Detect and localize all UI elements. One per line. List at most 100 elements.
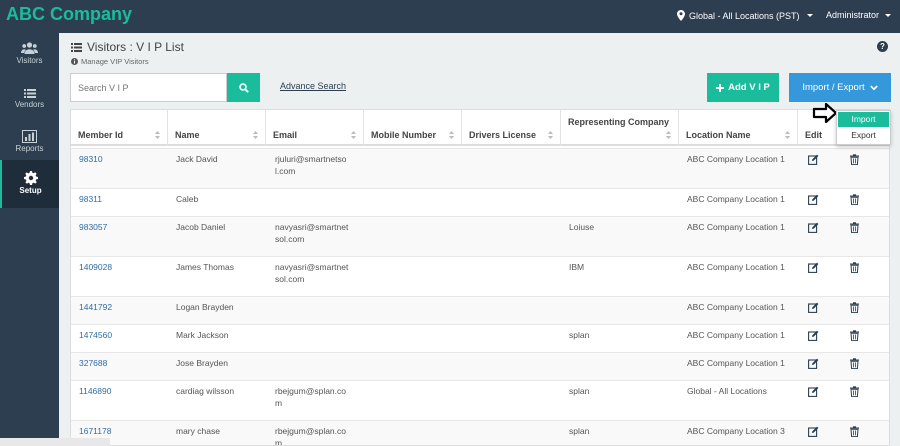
cell-representing-company: splan — [569, 330, 590, 340]
cell-member-id[interactable]: 98310 — [79, 153, 103, 165]
import-export-button[interactable]: Import / Export — [789, 73, 891, 102]
edit-icon[interactable] — [808, 154, 819, 165]
sort-icon — [351, 131, 356, 139]
cell-location-name: Global - All Locations — [687, 386, 767, 396]
cell-email-line: rbejgum@splan.co — [275, 426, 346, 436]
cell-location-name: ABC Company Location 1 — [687, 154, 785, 164]
sort-icon — [785, 131, 790, 139]
sort-icon — [548, 131, 553, 139]
help-icon[interactable]: ? — [877, 41, 888, 52]
cell-member-id[interactable]: 327688 — [79, 357, 107, 369]
cell-location-name: ABC Company Location 1 — [687, 358, 785, 368]
cell-representing-company: IBM — [569, 262, 585, 272]
menu-item-import[interactable]: Import — [838, 112, 889, 127]
edit-icon[interactable] — [808, 194, 819, 205]
table-row: 1474560 Mark Jackson splan ABC Company Loca… — [71, 324, 889, 352]
sidebar-item-visitors[interactable]: Visitors — [0, 37, 59, 79]
col-representing-company[interactable]: Representing Company — [561, 110, 679, 146]
page-subtitle: Manage VIP Visitors — [71, 57, 149, 66]
sort-icon — [253, 131, 258, 139]
cell-email: rbejgum@splan.co m — [275, 425, 346, 445]
brand-title[interactable]: ABC Company — [6, 4, 132, 25]
add-vip-button[interactable]: Add V I P — [707, 73, 779, 102]
add-vip-label: Add V I P — [728, 82, 770, 93]
table-row: 1441792 Logan Brayden ABC Company Location… — [71, 296, 889, 324]
list-icon — [0, 81, 59, 99]
col-member-id[interactable]: Member Id — [71, 110, 168, 146]
edit-icon[interactable] — [808, 426, 819, 437]
cell-email-line: navyasri@smartnet — [275, 222, 349, 232]
cell-representing-company: Loiuse — [569, 222, 595, 232]
user-menu[interactable]: Administrator — [826, 10, 891, 20]
users-icon — [0, 37, 59, 55]
cell-location-name: ABC Company Location 1 — [687, 262, 785, 272]
cell-representing-company: splan — [569, 426, 590, 436]
cell-name: Caleb — [176, 194, 199, 204]
trash-icon[interactable] — [849, 262, 860, 273]
cell-member-id[interactable]: 1409028 — [79, 261, 112, 273]
cell-location-name: ABC Company Location 1 — [687, 222, 785, 232]
bar-chart-icon — [0, 125, 59, 143]
table-row: 1671178 mary chase rbejgum@splan.co m splan A… — [71, 420, 889, 445]
sidebar-item-vendors[interactable]: Vendors — [0, 81, 59, 123]
cell-name: Logan Brayden — [176, 302, 234, 312]
location-selector[interactable]: Global - All Locations (PST) — [677, 10, 813, 21]
cell-member-id[interactable]: 1146890 — [79, 385, 111, 397]
search-button[interactable] — [227, 73, 260, 102]
cell-email-line: navyasri@smartnet — [275, 262, 349, 272]
cell-location-name: ABC Company Location 1 — [687, 194, 785, 204]
cell-member-id[interactable]: 1671178 — [79, 425, 111, 437]
trash-icon[interactable] — [849, 358, 860, 369]
trash-icon[interactable] — [849, 154, 860, 165]
col-location-name[interactable]: Location Name — [679, 110, 798, 146]
cell-location-name: ABC Company Location 1 — [687, 330, 785, 340]
cell-member-id[interactable]: 1474560 — [79, 329, 112, 341]
cell-member-id[interactable]: 98311 — [79, 193, 102, 205]
cell-member-id[interactable]: 983057 — [79, 221, 107, 233]
edit-icon[interactable] — [808, 222, 819, 233]
info-icon — [71, 58, 78, 65]
table-row: 327688 Jose Brayden ABC Company Location 1 — [71, 352, 889, 380]
list-icon — [71, 42, 82, 52]
trash-icon[interactable] — [849, 194, 860, 205]
edit-icon[interactable] — [808, 262, 819, 273]
search-input[interactable] — [70, 73, 227, 102]
cell-email: navyasri@smartnet sol.com — [275, 221, 348, 245]
cell-representing-company: splan — [569, 386, 590, 396]
sidebar-item-label: Setup — [19, 186, 42, 195]
edit-icon[interactable] — [808, 358, 819, 369]
table-row: 1409028 James Thomas navyasri@smartnet sol.… — [71, 256, 889, 296]
location-label: Global - All Locations (PST) — [689, 10, 800, 21]
advance-search-link[interactable]: Advance Search — [280, 81, 346, 91]
cell-name: Mark Jackson — [176, 330, 229, 340]
table-row: 98310 Jack David rjuluri@smartnetso l.com AB… — [71, 148, 889, 188]
edit-icon[interactable] — [808, 330, 819, 341]
sidebar-item-label: Reports — [15, 144, 44, 153]
edit-icon[interactable] — [808, 386, 819, 397]
chevron-down-icon — [806, 14, 813, 17]
trash-icon[interactable] — [849, 330, 860, 341]
col-mobile-number[interactable]: Mobile Number — [364, 110, 462, 146]
trash-icon[interactable] — [849, 386, 860, 397]
menu-item-export[interactable]: Export — [838, 128, 889, 143]
map-pin-icon — [677, 10, 685, 21]
trash-icon[interactable] — [849, 426, 860, 437]
table-header: Member Id Name Email Mobile Number Drive… — [71, 110, 889, 146]
edit-icon[interactable] — [808, 302, 819, 313]
cell-location-name: ABC Company Location 1 — [687, 302, 785, 312]
chevron-down-icon — [869, 84, 878, 90]
sidebar-item-setup[interactable]: Setup — [0, 160, 59, 208]
cell-email-line: l.com — [275, 166, 296, 176]
col-name[interactable]: Name — [168, 110, 266, 146]
trash-icon[interactable] — [849, 302, 860, 313]
cell-member-id[interactable]: 1441792 — [79, 301, 112, 313]
cell-email-line: rjuluri@smartnetso — [275, 154, 347, 164]
col-drivers-license[interactable]: Drivers License — [462, 110, 561, 146]
cell-name: mary chase — [176, 426, 220, 436]
col-email[interactable]: Email — [266, 110, 364, 146]
import-export-menu: Import Export — [836, 110, 891, 145]
trash-icon[interactable] — [849, 222, 860, 233]
table-row: 98311 Caleb ABC Company Location 1 — [71, 188, 889, 216]
search-icon — [238, 82, 249, 93]
cell-email-line: sol.com — [275, 274, 305, 284]
